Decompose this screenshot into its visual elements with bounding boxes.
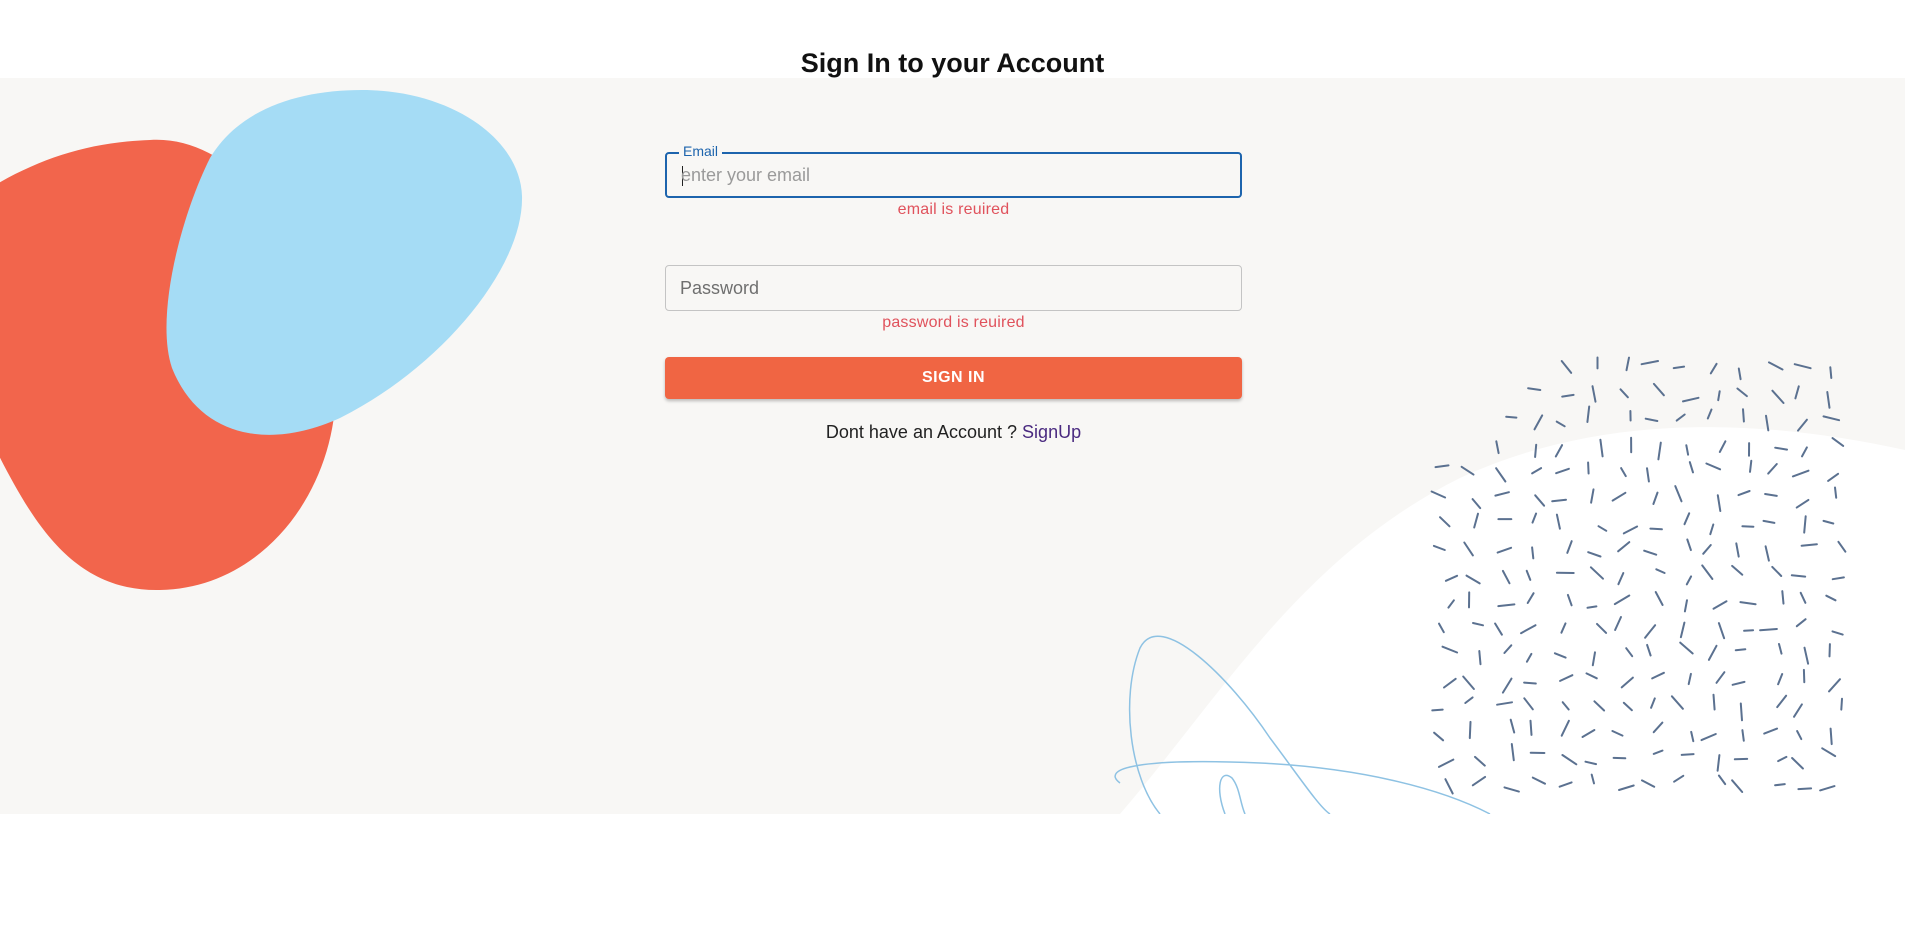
dash-mark xyxy=(1495,440,1500,455)
dash-mark xyxy=(1742,408,1745,423)
dash-mark xyxy=(1734,648,1747,652)
dash-mark xyxy=(1431,708,1444,712)
dash-mark xyxy=(1586,405,1591,423)
dash-mark xyxy=(1534,443,1538,458)
dash-mark xyxy=(1531,546,1535,560)
dash-mark xyxy=(1793,363,1812,370)
dash-mark xyxy=(1781,590,1785,605)
dash-mark xyxy=(1644,417,1659,422)
dash-mark xyxy=(1468,720,1472,740)
dash-mark xyxy=(1709,362,1718,375)
sign-in-page: Sign In to your Account Email email is r… xyxy=(0,0,1905,944)
dash-mark xyxy=(1675,413,1686,422)
dash-mark xyxy=(1652,382,1665,397)
dash-mark xyxy=(1737,367,1742,381)
dash-mark xyxy=(1840,697,1843,711)
sign-in-button[interactable]: SIGN IN xyxy=(665,357,1242,399)
password-input[interactable] xyxy=(680,266,1220,310)
dash-mark xyxy=(1619,388,1629,399)
dash-mark xyxy=(1561,393,1575,398)
dash-mark xyxy=(1829,727,1833,746)
dash-mark xyxy=(1460,465,1475,476)
dash-mark xyxy=(1682,396,1700,403)
dash-mark xyxy=(1829,366,1833,379)
dash-mark xyxy=(1790,574,1807,578)
dash-mark xyxy=(1505,415,1518,419)
dash-mark xyxy=(1478,650,1482,666)
dash-mark xyxy=(1672,365,1686,370)
dash-mark xyxy=(1834,486,1838,499)
dash-mark xyxy=(1523,681,1537,685)
password-field[interactable] xyxy=(665,265,1242,311)
dash-mark xyxy=(1741,729,1745,742)
dash-mark xyxy=(1736,387,1748,398)
dash-mark xyxy=(1680,753,1695,756)
password-error: password is reuired xyxy=(882,314,1025,331)
dash-mark xyxy=(1797,418,1808,432)
dash-mark xyxy=(1533,414,1544,431)
signup-link[interactable]: SignUp xyxy=(1022,422,1081,442)
dash-mark xyxy=(1768,361,1784,371)
dash-mark xyxy=(1555,420,1566,428)
dash-mark xyxy=(1765,414,1770,432)
blue-blob xyxy=(166,90,523,435)
email-error: email is reuired xyxy=(897,201,1010,218)
dash-mark xyxy=(1712,693,1716,711)
dash-mark xyxy=(1749,459,1753,473)
dash-mark xyxy=(1774,783,1786,787)
dash-mark xyxy=(1759,628,1778,632)
dash-mark xyxy=(1591,385,1597,403)
sign-in-form: Email email is reuired password is reuir… xyxy=(665,143,1242,443)
dash-mark xyxy=(1797,787,1813,791)
dash-mark xyxy=(1560,360,1573,374)
dash-mark xyxy=(1527,387,1542,391)
dash-mark xyxy=(1826,391,1831,409)
dash-mark xyxy=(1625,356,1630,372)
dash-mark xyxy=(1640,360,1659,366)
dash-mark xyxy=(1771,389,1785,404)
dash-mark xyxy=(1822,415,1841,422)
dash-mark xyxy=(1717,390,1721,402)
dash-mark xyxy=(1434,464,1450,469)
dash-mark xyxy=(1794,385,1800,400)
dash-mark xyxy=(1529,719,1533,736)
signup-prompt-row: Dont have an Account ? SignUp xyxy=(665,422,1242,443)
email-input[interactable] xyxy=(681,154,1221,196)
page-title: Sign In to your Account xyxy=(800,48,1105,78)
dash-mark xyxy=(1649,527,1663,531)
dash-mark xyxy=(1743,629,1755,632)
dash-mark xyxy=(1739,702,1743,722)
email-field[interactable]: Email xyxy=(665,143,1242,198)
dash-mark xyxy=(1587,461,1590,475)
dash-mark xyxy=(1586,605,1598,609)
signup-prompt-text: Dont have an Account ? xyxy=(825,422,1018,442)
dash-mark xyxy=(1706,408,1713,420)
